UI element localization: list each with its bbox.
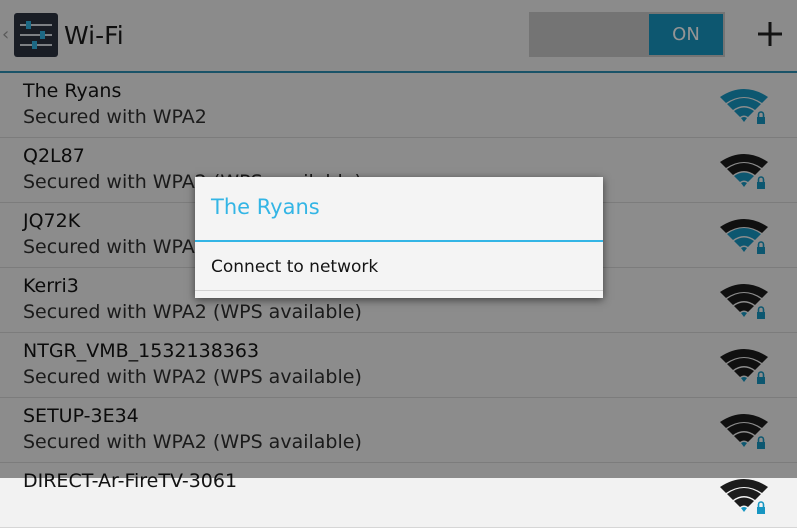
network-dialog: The Ryans Connect to network [195,177,603,298]
dialog-title: The Ryans [211,195,320,219]
connect-to-network-label: Connect to network [211,257,379,277]
wifi-signal-lock-icon [720,479,768,514]
connect-to-network-option[interactable]: Connect to network [195,242,603,290]
dialog-item-divider [195,290,603,291]
